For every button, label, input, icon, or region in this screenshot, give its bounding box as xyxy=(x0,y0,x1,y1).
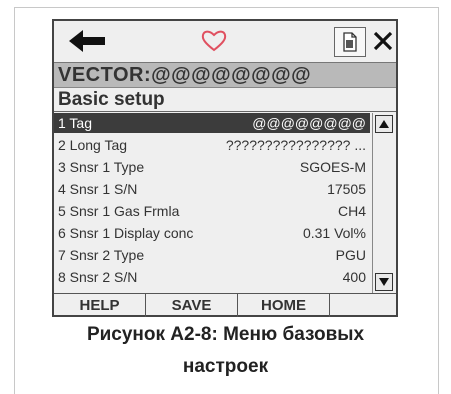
row-value: 400 xyxy=(342,269,366,285)
close-button[interactable] xyxy=(370,24,396,58)
favorite-button[interactable] xyxy=(194,24,234,58)
menu-row-tag[interactable]: 1 Tag @@@@@@@@ xyxy=(54,113,370,133)
menu-title: Basic setup xyxy=(54,88,396,112)
scrollbar[interactable] xyxy=(372,113,396,293)
top-toolbar xyxy=(54,21,396,63)
back-button[interactable] xyxy=(60,24,114,58)
scroll-down-button[interactable] xyxy=(375,273,393,291)
softkey-bar: HELP SAVE HOME xyxy=(54,293,396,317)
menu-row-snsr1-sn[interactable]: 4 Snsr 1 S/N 17505 xyxy=(54,179,370,199)
row-label: 1 Tag xyxy=(58,115,92,131)
row-label: 4 Snsr 1 S/N xyxy=(58,181,138,197)
scroll-up-button[interactable] xyxy=(375,115,393,133)
document-icon xyxy=(343,32,357,52)
home-button[interactable]: HOME xyxy=(238,294,330,317)
row-label: 6 Snsr 1 Display conc xyxy=(58,225,194,241)
row-value: ???????????????? ... xyxy=(225,137,366,153)
row-value: CH4 xyxy=(337,203,366,219)
row-label: 8 Snsr 2 S/N xyxy=(58,269,138,285)
menu-row-snsr2-sn[interactable]: 8 Snsr 2 S/N 400 xyxy=(54,267,370,287)
row-value: 0.31 Vol% xyxy=(302,225,366,241)
menu-row-snsr1-gas-frmla[interactable]: 5 Snsr 1 Gas Frmla CH4 xyxy=(54,201,370,221)
scroll-down-icon xyxy=(379,278,389,286)
row-label: 3 Snsr 1 Type xyxy=(58,159,145,175)
left-arrow-icon xyxy=(69,30,105,52)
menu-row-snsr2-type[interactable]: 7 Snsr 2 Type PGU xyxy=(54,245,370,265)
row-value: 17505 xyxy=(327,181,366,197)
blank-softkey[interactable] xyxy=(330,294,396,317)
menu-list: 1 Tag @@@@@@@@ 2 Long Tag ??????????????… xyxy=(54,113,370,293)
row-value: PGU xyxy=(335,247,366,263)
menu-row-snsr1-display-conc[interactable]: 6 Snsr 1 Display conc 0.31 Vol% xyxy=(54,223,370,243)
row-value: @@@@@@@@ xyxy=(252,115,366,131)
figure-caption-line-1: Рисунок А2-8: Меню базовых xyxy=(86,324,365,345)
row-label: 7 Snsr 2 Type xyxy=(58,247,145,263)
help-button[interactable]: HELP xyxy=(54,294,146,317)
handheld-screen: VECTOR:@@@@@@@@ Basic setup 1 Tag @@@@@@… xyxy=(52,19,398,317)
close-icon xyxy=(373,31,393,51)
device-title: VECTOR:@@@@@@@@ xyxy=(54,62,396,88)
scroll-up-icon xyxy=(379,120,389,128)
heart-icon xyxy=(201,30,227,52)
row-label: 2 Long Tag xyxy=(58,137,128,153)
menu-row-long-tag[interactable]: 2 Long Tag ???????????????? ... xyxy=(54,135,370,155)
figure-caption-line-2: настроек xyxy=(182,356,269,377)
menu-row-snsr1-type[interactable]: 3 Snsr 1 Type SGOES-M xyxy=(54,157,370,177)
row-value: SGOES-M xyxy=(299,159,366,175)
document-button[interactable] xyxy=(334,27,366,57)
row-label: 5 Snsr 1 Gas Frmla xyxy=(58,203,180,219)
save-button[interactable]: SAVE xyxy=(146,294,238,317)
